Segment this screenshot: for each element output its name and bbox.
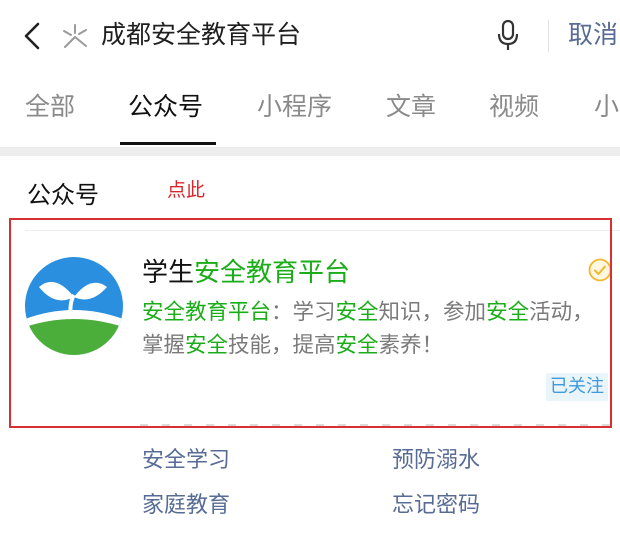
active-tab-indicator [120, 142, 216, 145]
search-bar: 成都安全教育平台 取消 [0, 0, 620, 72]
dotted-divider [140, 424, 610, 426]
microphone-icon[interactable] [495, 17, 521, 53]
tab-videos[interactable]: 视频 [489, 90, 539, 124]
tab-bar: 全部 公众号 小程序 文章 视频 小 [0, 72, 620, 146]
menu-family-education[interactable]: 家庭教育 [142, 491, 230, 521]
back-arrow-icon[interactable] [18, 18, 48, 54]
tab-mini-programs[interactable]: 小程序 [257, 90, 332, 124]
annotation-highlight-box [9, 218, 612, 428]
tab-official-accounts[interactable]: 公众号 [128, 90, 203, 124]
divider [548, 20, 549, 52]
cancel-button[interactable]: 取消 [568, 18, 618, 52]
section-divider [0, 147, 620, 156]
menu-forgot-password[interactable]: 忘记密码 [392, 491, 480, 521]
tab-articles[interactable]: 文章 [386, 90, 436, 124]
tab-more-truncated[interactable]: 小 [594, 90, 619, 124]
search-input[interactable]: 成都安全教育平台 [101, 18, 301, 52]
annotation-click-here: 点此 [167, 179, 206, 201]
menu-safety-learning[interactable]: 安全学习 [142, 446, 230, 476]
tab-all[interactable]: 全部 [25, 90, 75, 124]
menu-drowning-prevention[interactable]: 预防溺水 [392, 446, 480, 476]
search-spark-icon [63, 24, 87, 48]
section-title: 公众号 [27, 181, 99, 209]
